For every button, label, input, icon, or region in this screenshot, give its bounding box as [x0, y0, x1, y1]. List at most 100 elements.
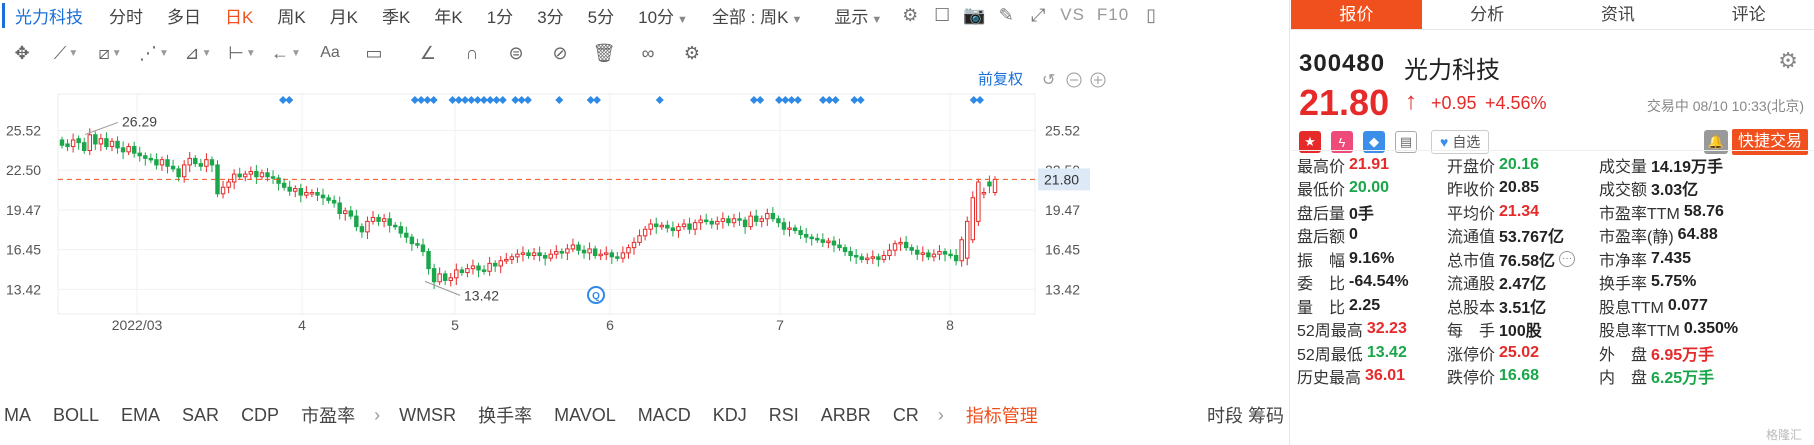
layout-icon[interactable]: ☐: [926, 5, 958, 26]
chevron-right-icon[interactable]: ›: [366, 405, 388, 426]
indicator-rsi[interactable]: RSI: [758, 405, 810, 426]
candle-body-up: [970, 197, 976, 241]
indicator-cr[interactable]: CR: [882, 405, 930, 426]
stat-label: 市盈率(静): [1599, 229, 1674, 247]
tab-news[interactable]: 资讯: [1553, 0, 1684, 29]
period-all-dropdown[interactable]: 全部 : 周K ▼: [700, 3, 814, 28]
ruler-icon[interactable]: ∠: [406, 43, 450, 64]
stock-name-tab[interactable]: 光力科技: [2, 2, 97, 28]
event-marker-icon: [429, 96, 438, 104]
stat-label: 市净率: [1599, 252, 1648, 270]
text-tool-icon[interactable]: Aa: [308, 44, 352, 62]
indicator-cdp[interactable]: CDP: [230, 405, 290, 426]
period-monthly-k[interactable]: 月K: [318, 3, 370, 28]
stock-title: 光力科技: [1404, 57, 1500, 84]
indicator-manager-button[interactable]: 指标管理: [952, 402, 1052, 428]
period-yearly-k[interactable]: 年K: [422, 3, 474, 28]
candle: [504, 253, 509, 265]
candle-body-up: [126, 146, 131, 153]
camera-icon[interactable]: 📷: [958, 5, 990, 26]
period-multiday[interactable]: 多日: [155, 3, 213, 28]
arrow-up-icon: ↑: [1405, 88, 1417, 115]
stat-label: 总市值: [1447, 252, 1496, 270]
period-10min[interactable]: 10分 ▼: [626, 3, 700, 28]
chevron-right-icon[interactable]: ›: [930, 405, 952, 426]
indicator-ema[interactable]: EMA: [110, 405, 171, 426]
candle-body-down: [770, 213, 776, 220]
indicator-kdj[interactable]: KDJ: [702, 405, 758, 426]
reset-icon[interactable]: ↺: [1042, 70, 1055, 89]
tab-quote[interactable]: 报价: [1291, 0, 1422, 29]
gear-icon[interactable]: ⚙: [670, 43, 714, 64]
tab-analysis[interactable]: 分析: [1422, 0, 1553, 29]
candle-body-up: [748, 215, 753, 228]
candle: [537, 246, 542, 262]
candle-body-up: [698, 219, 703, 224]
current-price-label: 21.80: [1044, 171, 1079, 187]
line-tool-icon[interactable]: ⟋ ▼: [44, 43, 88, 64]
candle: [409, 233, 415, 251]
arrow-tool-icon[interactable]: ← ▼: [264, 43, 308, 64]
indicator-wmsr[interactable]: WMSR: [388, 405, 467, 426]
period-weekly-k[interactable]: 周K: [265, 3, 317, 28]
candle-body-down: [709, 220, 714, 225]
candle-body-down: [359, 226, 365, 233]
indicator-arbr[interactable]: ARBR: [810, 405, 882, 426]
sidebar-toggle-icon[interactable]: ▯: [1135, 5, 1167, 26]
tab-comments[interactable]: 评论: [1683, 0, 1814, 29]
indicator-mavol[interactable]: MAVOL: [543, 405, 627, 426]
indicator-ma[interactable]: MA: [0, 405, 42, 426]
stat-value: 21.34: [1499, 202, 1540, 220]
candle: [759, 215, 764, 228]
indicator-boll[interactable]: BOLL: [42, 405, 110, 426]
wave-tool-icon[interactable]: ⋰ ▼: [132, 43, 176, 64]
channel-tool-icon[interactable]: ⧄ ▼: [88, 43, 132, 64]
stat-cell: 最高价 21.91: [1291, 153, 1447, 177]
stat-cell: 量 比 2.25: [1291, 294, 1447, 318]
hide-icon[interactable]: ⊘: [538, 43, 582, 64]
indicator-sar[interactable]: SAR: [171, 405, 230, 426]
period-quarterly-k[interactable]: 季K: [370, 3, 422, 28]
stats-row: 最高价 21.91 开盘价 20.16 成交量 14.19万手: [1291, 153, 1814, 177]
fullscreen-icon[interactable]: ⤢: [1022, 5, 1054, 26]
period-intraday[interactable]: 分时: [97, 3, 155, 28]
f10-button[interactable]: F10: [1091, 5, 1135, 25]
kline-chart[interactable]: 25.5225.5222.5022.5019.4719.4716.4516.45…: [0, 70, 1290, 395]
stat-label: 每 手: [1447, 323, 1496, 341]
candle: [909, 244, 914, 255]
candle: [520, 246, 526, 262]
candle-body-up: [465, 268, 470, 274]
more-icon[interactable]: ···: [1559, 250, 1576, 267]
range-tool-icon[interactable]: ⊢ ▼: [220, 43, 264, 64]
vs-button[interactable]: VS: [1054, 5, 1091, 25]
stat-value: 25.02: [1499, 343, 1540, 361]
comment-tool-icon[interactable]: ▭: [352, 43, 396, 64]
candle-body-down: [376, 216, 381, 222]
candle: [93, 131, 98, 150]
candle-body-up: [187, 157, 192, 166]
candle: [448, 272, 453, 287]
magnet-icon[interactable]: ∩: [450, 43, 494, 64]
period-daily-k[interactable]: 日K: [213, 3, 265, 28]
crosshair-move-icon[interactable]: ✥: [0, 43, 44, 64]
time-chip-toggle[interactable]: 时段 筹码: [1207, 402, 1290, 428]
display-dropdown[interactable]: 显示 ▼: [822, 3, 894, 28]
eye-sync-icon[interactable]: ⊜: [494, 43, 538, 64]
candle: [681, 219, 687, 230]
candle-body-up: [992, 178, 998, 193]
indicator-turnover[interactable]: 换手率: [467, 402, 543, 428]
period-1min[interactable]: 1分: [475, 3, 525, 28]
pen-icon[interactable]: ✎: [990, 5, 1022, 26]
period-5min[interactable]: 5分: [576, 3, 626, 28]
fib-tool-icon[interactable]: ⊿ ▼: [176, 43, 220, 64]
candle: [65, 139, 70, 152]
delete-icon[interactable]: 🗑: [582, 43, 626, 64]
settings-icon[interactable]: ⚙: [894, 5, 926, 26]
link-icon[interactable]: ∞: [626, 43, 670, 64]
fuquan-toggle[interactable]: 前复权: [978, 70, 1023, 88]
indicator-macd[interactable]: MACD: [627, 405, 702, 426]
period-3min[interactable]: 3分: [525, 3, 575, 28]
gear-icon[interactable]: ⚙: [1778, 48, 1798, 74]
indicator-pe[interactable]: 市盈率: [290, 402, 366, 428]
candle: [226, 178, 231, 194]
